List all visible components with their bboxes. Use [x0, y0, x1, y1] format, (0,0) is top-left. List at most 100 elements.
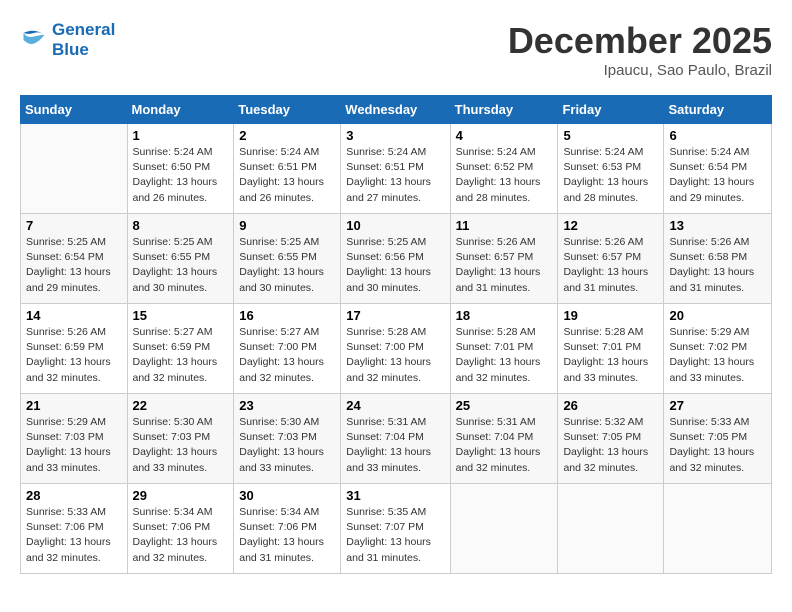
logo-text: General Blue — [52, 20, 115, 60]
day-detail: Sunrise: 5:28 AMSunset: 7:01 PMDaylight:… — [563, 325, 658, 386]
day-number: 13 — [669, 218, 766, 233]
day-number: 21 — [26, 398, 122, 413]
day-number: 12 — [563, 218, 658, 233]
calendar-cell: 10Sunrise: 5:25 AMSunset: 6:56 PMDayligh… — [341, 214, 450, 304]
calendar-cell: 24 Sunrise: 5:31 AMSunset: 7:04 PMDayligh… — [341, 394, 450, 484]
calendar-cell — [558, 484, 664, 574]
calendar-cell: 27 Sunrise: 5:33 AMSunset: 7:05 PMDayligh… — [664, 394, 772, 484]
day-number: 3 — [346, 128, 444, 143]
day-detail: Sunrise: 5:25 AMSunset: 6:55 PMDaylight:… — [239, 235, 335, 296]
day-number: 23 — [239, 398, 335, 413]
calendar-cell: 18 Sunrise: 5:28 AMSunset: 7:01 PMDayligh… — [450, 304, 558, 394]
day-detail: Sunrise: 5:34 AMSunset: 7:06 PMDaylight:… — [133, 505, 229, 566]
weekday-header-wednesday: Wednesday — [341, 96, 450, 124]
calendar-cell — [21, 124, 128, 214]
weekday-header-tuesday: Tuesday — [234, 96, 341, 124]
day-number: 24 — [346, 398, 444, 413]
weekday-header-sunday: Sunday — [21, 96, 128, 124]
calendar-cell: 1 Sunrise: 5:24 AMSunset: 6:50 PMDaylight… — [127, 124, 234, 214]
day-number: 19 — [563, 308, 658, 323]
week-row-3: 14Sunrise: 5:26 AMSunset: 6:59 PMDayligh… — [21, 304, 772, 394]
calendar-cell: 23Sunrise: 5:30 AMSunset: 7:03 PMDayligh… — [234, 394, 341, 484]
day-detail: Sunrise: 5:26 AMSunset: 6:58 PMDaylight:… — [669, 235, 766, 296]
calendar-cell: 3 Sunrise: 5:24 AMSunset: 6:51 PMDaylight… — [341, 124, 450, 214]
calendar-cell — [664, 484, 772, 574]
calendar-cell: 9 Sunrise: 5:25 AMSunset: 6:55 PMDaylight… — [234, 214, 341, 304]
calendar-cell: 28 Sunrise: 5:33 AMSunset: 7:06 PMDayligh… — [21, 484, 128, 574]
day-detail: Sunrise: 5:24 AMSunset: 6:51 PMDaylight:… — [239, 145, 335, 206]
calendar-cell: 7 Sunrise: 5:25 AMSunset: 6:54 PMDaylight… — [21, 214, 128, 304]
day-detail: Sunrise: 5:33 AMSunset: 7:05 PMDaylight:… — [669, 415, 766, 476]
calendar-cell: 4Sunrise: 5:24 AMSunset: 6:52 PMDaylight… — [450, 124, 558, 214]
weekday-header-row: SundayMondayTuesdayWednesdayThursdayFrid… — [21, 96, 772, 124]
day-detail: Sunrise: 5:31 AMSunset: 7:04 PMDaylight:… — [456, 415, 553, 476]
calendar-cell: 26Sunrise: 5:32 AMSunset: 7:05 PMDayligh… — [558, 394, 664, 484]
calendar-cell: 6 Sunrise: 5:24 AMSunset: 6:54 PMDaylight… — [664, 124, 772, 214]
day-detail: Sunrise: 5:28 AMSunset: 7:00 PMDaylight:… — [346, 325, 444, 386]
day-detail: Sunrise: 5:27 AMSunset: 6:59 PMDaylight:… — [133, 325, 229, 386]
day-number: 17 — [346, 308, 444, 323]
calendar-cell: 16 Sunrise: 5:27 AMSunset: 7:00 PMDayligh… — [234, 304, 341, 394]
day-number: 2 — [239, 128, 335, 143]
calendar-cell: 14Sunrise: 5:26 AMSunset: 6:59 PMDayligh… — [21, 304, 128, 394]
calendar-cell: 22 Sunrise: 5:30 AMSunset: 7:03 PMDayligh… — [127, 394, 234, 484]
logo-icon — [20, 26, 48, 54]
day-number: 7 — [26, 218, 122, 233]
day-detail: Sunrise: 5:25 AMSunset: 6:54 PMDaylight:… — [26, 235, 122, 296]
day-number: 25 — [456, 398, 553, 413]
week-row-1: 1 Sunrise: 5:24 AMSunset: 6:50 PMDaylight… — [21, 124, 772, 214]
day-number: 5 — [563, 128, 658, 143]
calendar-cell: 5 Sunrise: 5:24 AMSunset: 6:53 PMDaylight… — [558, 124, 664, 214]
day-number: 16 — [239, 308, 335, 323]
day-number: 27 — [669, 398, 766, 413]
title-block: December 2025 Ipaucu, Sao Paulo, Brazil — [508, 20, 772, 79]
day-number: 14 — [26, 308, 122, 323]
day-detail: Sunrise: 5:24 AMSunset: 6:54 PMDaylight:… — [669, 145, 766, 206]
day-number: 1 — [133, 128, 229, 143]
day-number: 10 — [346, 218, 444, 233]
logo: General Blue — [20, 20, 115, 60]
weekday-header-friday: Friday — [558, 96, 664, 124]
day-number: 8 — [133, 218, 229, 233]
day-number: 26 — [563, 398, 658, 413]
day-number: 11 — [456, 218, 553, 233]
day-detail: Sunrise: 5:34 AMSunset: 7:06 PMDaylight:… — [239, 505, 335, 566]
calendar-cell: 31 Sunrise: 5:35 AMSunset: 7:07 PMDayligh… — [341, 484, 450, 574]
day-detail: Sunrise: 5:24 AMSunset: 6:51 PMDaylight:… — [346, 145, 444, 206]
calendar-cell: 12 Sunrise: 5:26 AMSunset: 6:57 PMDayligh… — [558, 214, 664, 304]
week-row-5: 28 Sunrise: 5:33 AMSunset: 7:06 PMDayligh… — [21, 484, 772, 574]
calendar-cell: 2 Sunrise: 5:24 AMSunset: 6:51 PMDaylight… — [234, 124, 341, 214]
month-title: December 2025 — [508, 20, 772, 62]
weekday-header-saturday: Saturday — [664, 96, 772, 124]
day-detail: Sunrise: 5:35 AMSunset: 7:07 PMDaylight:… — [346, 505, 444, 566]
calendar-cell: 11 Sunrise: 5:26 AMSunset: 6:57 PMDayligh… — [450, 214, 558, 304]
day-detail: Sunrise: 5:29 AMSunset: 7:03 PMDaylight:… — [26, 415, 122, 476]
calendar-cell: 8Sunrise: 5:25 AMSunset: 6:55 PMDaylight… — [127, 214, 234, 304]
day-detail: Sunrise: 5:30 AMSunset: 7:03 PMDaylight:… — [133, 415, 229, 476]
calendar-cell — [450, 484, 558, 574]
day-number: 31 — [346, 488, 444, 503]
day-detail: Sunrise: 5:26 AMSunset: 6:57 PMDaylight:… — [456, 235, 553, 296]
location: Ipaucu, Sao Paulo, Brazil — [508, 62, 772, 79]
day-detail: Sunrise: 5:27 AMSunset: 7:00 PMDaylight:… — [239, 325, 335, 386]
day-number: 9 — [239, 218, 335, 233]
day-detail: Sunrise: 5:28 AMSunset: 7:01 PMDaylight:… — [456, 325, 553, 386]
day-detail: Sunrise: 5:33 AMSunset: 7:06 PMDaylight:… — [26, 505, 122, 566]
day-detail: Sunrise: 5:31 AMSunset: 7:04 PMDaylight:… — [346, 415, 444, 476]
day-detail: Sunrise: 5:29 AMSunset: 7:02 PMDaylight:… — [669, 325, 766, 386]
day-number: 4 — [456, 128, 553, 143]
calendar-cell: 20Sunrise: 5:29 AMSunset: 7:02 PMDayligh… — [664, 304, 772, 394]
page-header: General Blue December 2025 Ipaucu, Sao P… — [20, 20, 772, 79]
day-detail: Sunrise: 5:24 AMSunset: 6:50 PMDaylight:… — [133, 145, 229, 206]
weekday-header-thursday: Thursday — [450, 96, 558, 124]
day-number: 18 — [456, 308, 553, 323]
day-detail: Sunrise: 5:26 AMSunset: 6:57 PMDaylight:… — [563, 235, 658, 296]
calendar-cell: 15Sunrise: 5:27 AMSunset: 6:59 PMDayligh… — [127, 304, 234, 394]
calendar-cell: 30Sunrise: 5:34 AMSunset: 7:06 PMDayligh… — [234, 484, 341, 574]
day-number: 22 — [133, 398, 229, 413]
day-number: 6 — [669, 128, 766, 143]
day-number: 28 — [26, 488, 122, 503]
calendar-cell: 17 Sunrise: 5:28 AMSunset: 7:00 PMDayligh… — [341, 304, 450, 394]
calendar-table: SundayMondayTuesdayWednesdayThursdayFrid… — [20, 95, 772, 574]
day-detail: Sunrise: 5:24 AMSunset: 6:53 PMDaylight:… — [563, 145, 658, 206]
